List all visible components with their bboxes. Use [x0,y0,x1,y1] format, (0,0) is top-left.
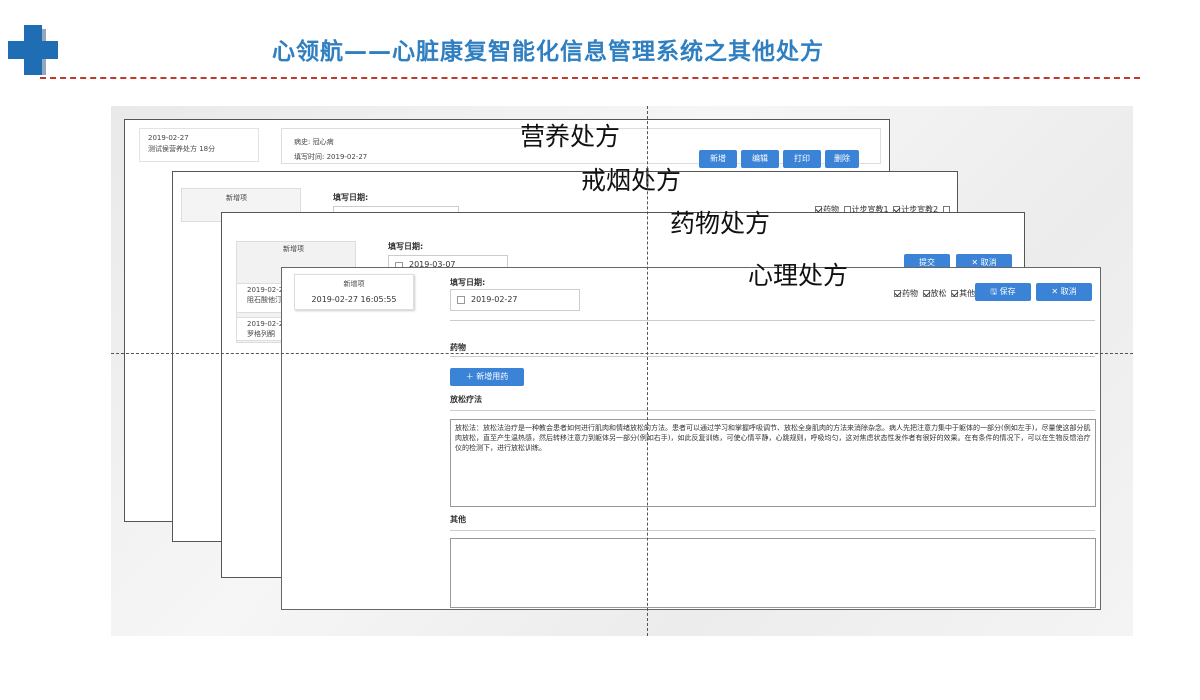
psychology-new-item: 新增项 [343,280,365,288]
layer-label-psychology: 心理处方 [748,261,849,290]
section-other-label: 其他 [450,515,466,524]
nutrition-delete-button[interactable]: 删除 [825,150,859,168]
layer-label-smoking: 戒烟处方 [581,166,682,195]
smoking-fill-date-label: 填写日期: [333,193,369,202]
nutrition-print-button[interactable]: 打印 [783,150,821,168]
psychology-fill-date-label: 填写日期: [450,278,486,287]
psychology-window: 新增项 2019-02-27 16:05:55 填写日期: 2019-02-27… [281,267,1101,610]
layer-label-nutrition: 营养处方 [520,122,621,151]
psychology-save-button[interactable]: 🖫 保存 [975,283,1031,301]
nutrition-fill-time: 填写时间: 2019-02-27 [294,153,368,161]
psychology-record-datetime: 2019-02-27 16:05:55 [311,295,397,304]
nutrition-history: 病史: 冠心病 [294,138,334,146]
guide-line-vertical [647,106,648,636]
guide-line-horizontal [111,353,1133,354]
nutrition-new-button[interactable]: 新增 [699,150,737,168]
nutrition-record-date: 2019-02-27 [148,134,189,142]
add-drug-button[interactable]: ＋ 新增用药 [450,368,524,386]
nutrition-record-item[interactable]: 2019-02-27 测试侯营养处方 18分 [139,128,259,162]
section-divider [450,410,1095,411]
psychology-record-card[interactable]: 新增项 2019-02-27 16:05:55 [294,274,414,310]
logo-cross-icon [8,25,58,75]
header-divider [40,77,1140,79]
smoking-new-item[interactable]: 新增项 [226,193,247,203]
medication-new-item[interactable]: 新增项 [283,244,304,254]
psychology-check-relax[interactable] [922,290,930,297]
other-textarea[interactable] [450,538,1096,608]
section-divider [450,320,1095,321]
medication-fill-date-label: 填写日期: [388,242,424,251]
psychology-check-drug[interactable] [894,290,901,297]
section-divider [450,356,1095,357]
layer-label-medication: 药物处方 [670,209,771,238]
page-title: 心领航——心脏康复智能化信息管理系统之其他处方 [272,39,824,65]
nutrition-record-name: 测试侯营养处方 18分 [148,145,216,153]
section-divider [450,530,1095,531]
psychology-check-other[interactable] [951,290,959,297]
psychology-checks: 药物 放松 其他 [892,288,975,299]
nutrition-edit-button[interactable]: 编辑 [741,150,779,168]
psychology-fill-date-input[interactable]: 2019-02-27 [450,289,580,311]
section-drug-label: 药物 [450,343,466,352]
calendar-icon [457,296,465,304]
section-relax-label: 放松疗法 [450,395,482,404]
psychology-cancel-button[interactable]: ✕ 取消 [1036,283,1092,301]
relax-textarea[interactable]: 放松法：放松法治疗是一种教会患者如何进行肌肉和情绪放松的方法。患者可以通过学习和… [450,419,1096,507]
